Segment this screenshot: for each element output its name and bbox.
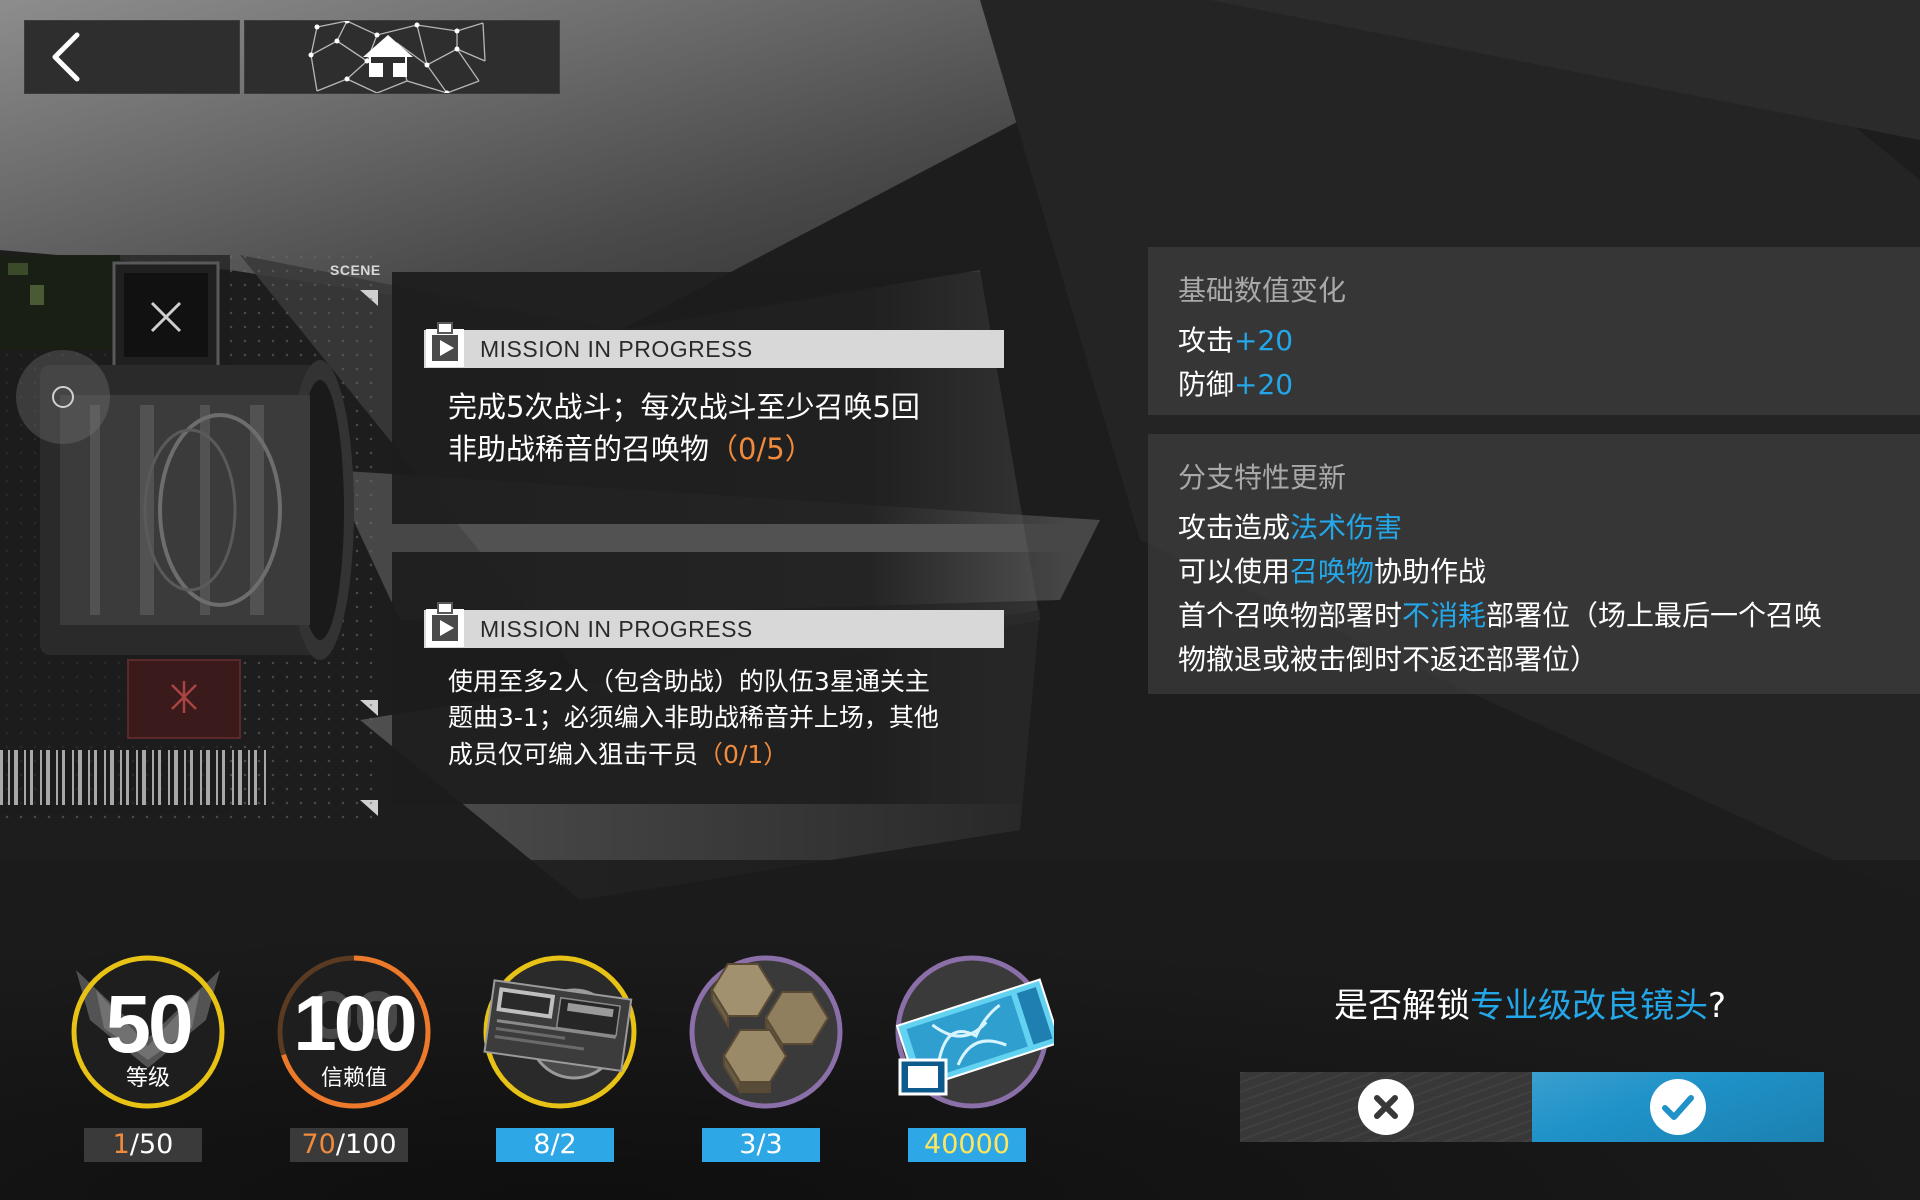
level-badge: 50 等级 (66, 950, 230, 1114)
trait-keyword: 不消耗 (1402, 599, 1487, 632)
stat-value: +20 (1234, 368, 1294, 401)
mission-header: MISSION IN PROGRESS (424, 602, 1004, 648)
reward-lmd-ticket[interactable]: 40000 (890, 950, 1054, 1162)
trait-update-title: 分支特性更新 (1178, 461, 1347, 494)
trait-text: 协助作战 (1374, 555, 1487, 588)
count-total: /100 (335, 1129, 397, 1160)
carbon-material-count: 3/3 (702, 1128, 820, 1162)
reward-module-chip[interactable]: 8/2 (478, 950, 642, 1162)
clipboard-play-icon (426, 602, 464, 647)
trait-line: 可以使用召唤物协助作战 (1178, 550, 1920, 594)
prompt-text: 是否解锁 (1333, 986, 1470, 1026)
chevron-left-icon (52, 32, 80, 82)
module-chip-count: 8/2 (496, 1128, 614, 1162)
home-icon (363, 35, 413, 77)
trait-keyword: 召唤物 (1290, 555, 1375, 588)
trait-text: 攻击造成 (1178, 511, 1291, 544)
module-chip-icon (483, 955, 637, 1109)
close-icon (1358, 1079, 1414, 1135)
trust-value: 100 (293, 979, 417, 1067)
trait-text: 首个召唤物部署时 (1178, 599, 1403, 632)
mission-status-text: MISSION IN PROGRESS (480, 335, 753, 362)
mission-line: 使用至多2人（包含助战）的队伍3星通关主 (448, 667, 930, 696)
mission-description: 使用至多2人（包含助战）的队伍3星通关主 题曲3-1；必须编入非助战稀音并上场，… (448, 664, 1008, 773)
cancel-button[interactable] (1240, 1072, 1532, 1142)
lmd-ticket-count: 40000 (908, 1128, 1026, 1162)
stat-line-defense: 防御+20 (1178, 363, 1920, 407)
mission-header: MISSION IN PROGRESS (424, 322, 1004, 368)
mission-panel-2: MISSION IN PROGRESS 使用至多2人（包含助战）的队伍3星通关主… (392, 552, 1072, 804)
trait-text: 可以使用 (1178, 555, 1291, 588)
trust-label: 信赖值 (320, 1066, 387, 1091)
module-chip-item (478, 950, 642, 1114)
level-label: 等级 (125, 1066, 170, 1091)
trait-line: 攻击造成法术伤害 (1178, 506, 1920, 550)
trust-badge: 100 信赖值 (272, 950, 436, 1114)
hexagon-blocks-icon (689, 955, 843, 1109)
stat-change-panel: 基础数值变化 攻击+20 防御+20 (1148, 247, 1920, 415)
count-current: 70 (301, 1129, 336, 1160)
count-current: 1 (112, 1129, 130, 1160)
close-glyph (1374, 1095, 1398, 1119)
stat-label: 防御 (1178, 368, 1235, 401)
scene-label: SCENE (330, 262, 381, 278)
stat-line-attack: 攻击+20 (1178, 319, 1920, 363)
trait-line: 首个召唤物部署时不消耗部署位（场上最后一个召唤 (1178, 594, 1920, 638)
level-count: 1/50 (84, 1128, 202, 1162)
mission-line: 题曲3-1；必须编入非助战稀音并上场，其他 (448, 703, 939, 733)
reward-trust[interactable]: 100 信赖值 70/100 (272, 950, 436, 1162)
home-button[interactable] (244, 20, 560, 94)
reward-carbon-material[interactable]: 3/3 (684, 950, 848, 1162)
mission-line: 非助战稀音的召唤物（0/5） (448, 428, 1008, 470)
ring-icon (52, 386, 74, 408)
trait-line: 物撤退或被击倒时不返还部署位） (1178, 643, 1599, 676)
camera-lens-illustration (0, 255, 354, 815)
count-total: /50 (129, 1129, 174, 1160)
check-glyph (1662, 1095, 1694, 1120)
stat-change-title: 基础数值变化 (1178, 274, 1347, 307)
mission-panel-1: MISSION IN PROGRESS 完成5次战斗；每次战斗至少召唤5回 非助… (392, 272, 1072, 524)
level-value: 50 (105, 979, 193, 1070)
confirm-button[interactable] (1532, 1072, 1824, 1142)
mission-progress: （0/1） (698, 739, 789, 769)
stat-value: +20 (1234, 324, 1294, 357)
trait-keyword: 法术伤害 (1290, 511, 1403, 544)
mission-status-text: MISSION IN PROGRESS (480, 615, 753, 642)
mission-line-text: 成员仅可编入狙击干员 (448, 739, 699, 769)
clipboard-play-icon (426, 322, 464, 367)
unlock-prompt: 是否解锁专业级改良镜头? (1240, 978, 1820, 1027)
check-icon (1650, 1079, 1706, 1135)
prompt-question-mark: ? (1707, 986, 1727, 1026)
trait-text: 部署位（场上最后一个召唤 (1486, 599, 1823, 632)
back-button[interactable] (24, 20, 240, 94)
mission-line: 完成5次战斗；每次战斗至少召唤5回 (448, 390, 920, 424)
side-scroll-handle[interactable] (16, 350, 110, 444)
mission-progress: （0/5） (709, 432, 814, 467)
mission-line: 成员仅可编入狙击干员（0/1） (448, 737, 1008, 773)
trait-update-panel: 分支特性更新 攻击造成法术伤害 可以使用召唤物协助作战 首个召唤物部署时不消耗部… (1148, 434, 1920, 694)
carbon-material-item (684, 950, 848, 1114)
trust-count: 70/100 (290, 1128, 408, 1162)
ticket-icon (895, 955, 1054, 1109)
confirm-button-row (1240, 1072, 1824, 1142)
lmd-ticket-item (890, 950, 1054, 1114)
mission-line-text: 非助战稀音的召唤物 (448, 432, 710, 467)
stat-label: 攻击 (1178, 324, 1235, 357)
mission-description: 完成5次战斗；每次战斗至少召唤5回 非助战稀音的召唤物（0/5） (448, 386, 1008, 470)
prompt-item-name: 专业级改良镜头 (1469, 986, 1708, 1026)
reward-level[interactable]: 50 等级 1/50 (66, 950, 230, 1162)
top-navigation (24, 20, 560, 94)
